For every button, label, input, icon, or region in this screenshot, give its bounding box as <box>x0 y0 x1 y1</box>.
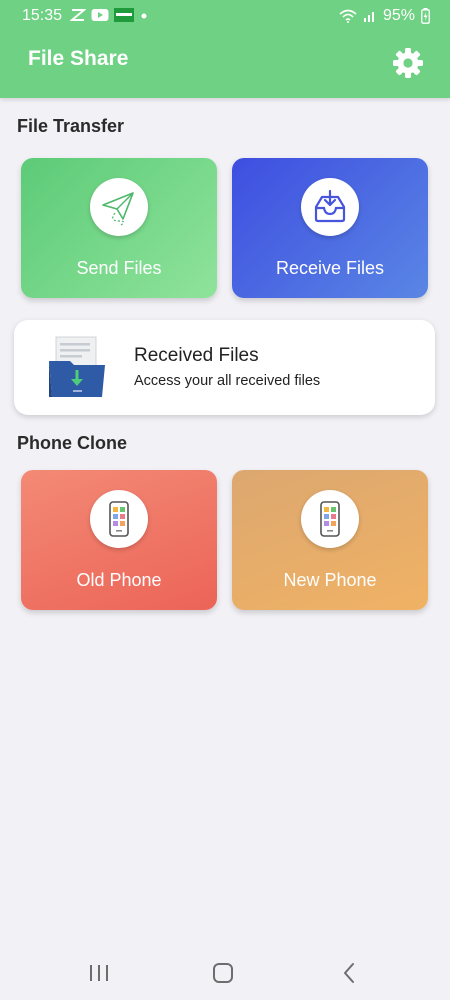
back-icon <box>344 963 354 983</box>
old-phone-label: Old Phone <box>76 570 162 590</box>
section-title-phone-clone: Phone Clone <box>17 433 128 453</box>
wifi-icon <box>339 9 357 23</box>
smartphone-icon <box>320 501 340 537</box>
send-files-button[interactable]: Send Files <box>21 158 217 298</box>
inbox-download-icon <box>314 189 346 223</box>
send-icon-circle <box>90 178 148 236</box>
status-time: 15:35 <box>22 7 63 24</box>
app-header: 15:35 95% File Share <box>0 0 450 98</box>
battery-icon <box>421 8 430 24</box>
old-phone-icon-circle <box>90 490 148 548</box>
paper-plane-icon <box>102 192 134 226</box>
status-bar: 15:35 95% <box>0 0 450 34</box>
file-share-screen: 15:35 95% File Share File Transfer Send … <box>0 0 450 1000</box>
recent-apps-icon <box>90 965 108 981</box>
settings-button[interactable] <box>391 46 425 80</box>
smartphone-icon <box>109 501 129 537</box>
receive-icon-circle <box>301 178 359 236</box>
signal-icon <box>363 12 374 22</box>
system-icons: 95% <box>339 7 430 25</box>
home-icon <box>213 963 233 983</box>
send-files-label: Send Files <box>76 258 162 278</box>
received-files-title: Received Files <box>134 345 259 366</box>
back-button[interactable] <box>334 960 364 986</box>
folder-download-icon <box>49 336 105 397</box>
recent-apps-button[interactable] <box>84 960 114 986</box>
new-phone-label: New Phone <box>283 570 377 590</box>
received-files-button[interactable]: Received Files Access your all received … <box>14 320 435 415</box>
news-icon <box>114 8 134 22</box>
youtube-icon <box>91 9 109 21</box>
received-files-subtitle: Access your all received files <box>134 373 321 389</box>
home-button[interactable] <box>208 960 238 986</box>
system-nav-bar <box>0 944 450 1000</box>
receive-files-button[interactable]: Receive Files <box>232 158 428 298</box>
app-title: File Share <box>28 47 129 70</box>
new-phone-button[interactable]: New Phone <box>232 470 428 610</box>
section-title-file-transfer: File Transfer <box>17 116 125 136</box>
new-phone-icon-circle <box>301 490 359 548</box>
notification-icons <box>70 8 149 22</box>
battery-percentage: 95% <box>382 7 415 24</box>
receive-files-label: Receive Files <box>275 258 385 278</box>
dot-icon <box>141 13 147 19</box>
old-phone-button[interactable]: Old Phone <box>21 470 217 610</box>
gear-icon <box>393 48 423 78</box>
capcut-icon <box>70 9 86 21</box>
